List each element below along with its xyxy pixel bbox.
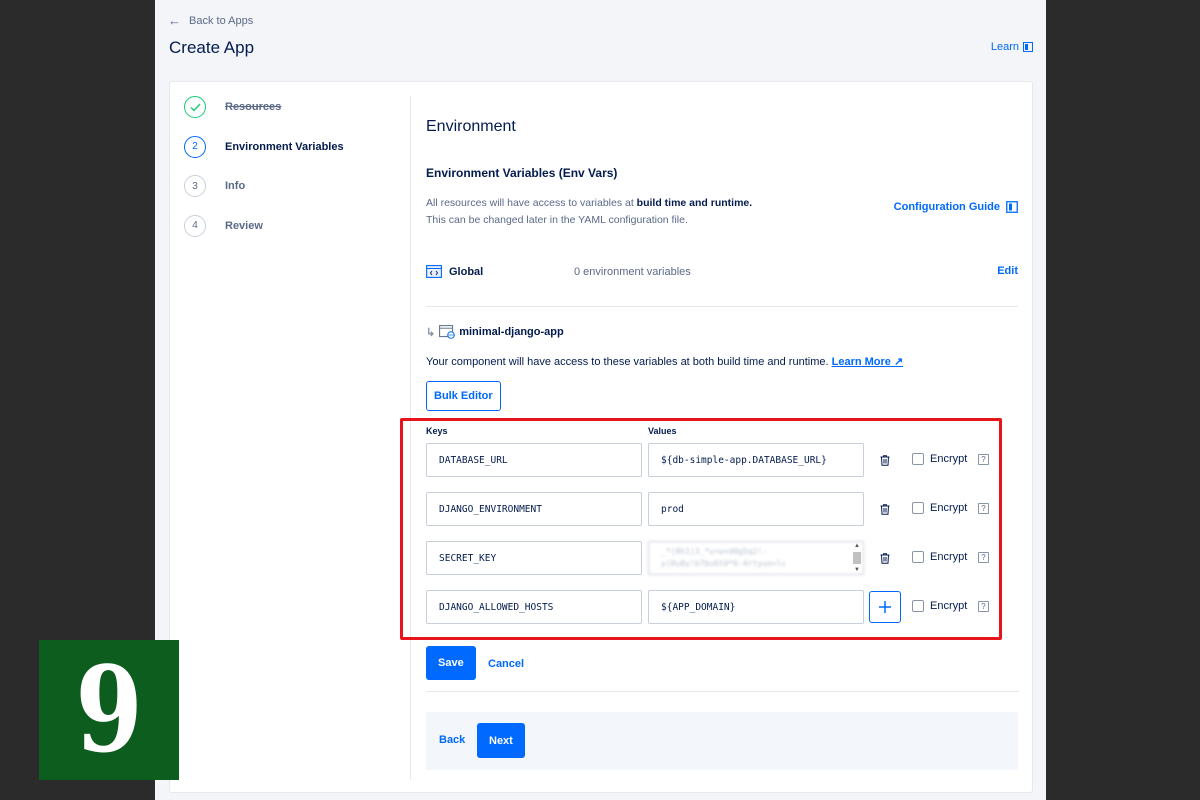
page-title: Create App: [169, 38, 255, 57]
env-value-input[interactable]: ${db-simple-app.DATABASE_URL}: [648, 443, 864, 477]
global-label: Global: [449, 266, 484, 278]
section-divider: [426, 691, 1019, 692]
env-value-input[interactable]: prod: [648, 492, 864, 526]
nested-arrow-icon: ↳: [426, 326, 436, 339]
encrypt-toggle[interactable]: Encrypt: [912, 453, 967, 465]
cancel-button[interactable]: Cancel: [488, 658, 524, 670]
env-vars-description: All resources will have access to variab…: [426, 195, 752, 229]
next-button[interactable]: Next: [477, 723, 525, 758]
back-to-apps-label: Back to Apps: [189, 14, 254, 27]
encrypt-checkbox[interactable]: [912, 551, 924, 563]
help-icon[interactable]: ?: [978, 503, 989, 514]
encrypt-label: Encrypt: [930, 600, 968, 612]
encrypt-label: Encrypt: [930, 551, 968, 563]
component-header: ↳ minimal-django-app: [426, 325, 564, 339]
global-edit-button[interactable]: Edit: [997, 265, 1018, 277]
step-number: 3: [184, 175, 206, 197]
secret-value-line: y(0u8y!b7bu6t0*6-4rtyuo=lc: [661, 559, 787, 568]
step-info[interactable]: 3 Info: [184, 175, 404, 197]
scrollbar-thumb[interactable]: [853, 552, 861, 564]
env-value-textarea[interactable]: _*(8h1)3_*u+w+d0g5q2!- y(0u8y!b7bu6t0*6-…: [648, 541, 864, 575]
desc-prefix: All resources will have access to variab…: [426, 197, 637, 209]
step-environment-variables[interactable]: 2 Environment Variables: [184, 135, 404, 158]
step-number: 4: [184, 214, 206, 237]
encrypt-label: Encrypt: [930, 502, 968, 514]
component-description: Your component will have access to these…: [426, 355, 903, 368]
env-value-input[interactable]: ${APP_DOMAIN}: [648, 590, 864, 624]
scroll-up-icon: ▲: [854, 543, 860, 549]
step-check-icon: [184, 96, 206, 118]
encrypt-toggle[interactable]: Encrypt: [912, 502, 967, 514]
env-var-row: SECRET_KEY _*(8h1)3_*u+w+d0g5q2!- y(0u8y…: [426, 541, 1016, 575]
trash-icon[interactable]: [878, 501, 892, 517]
encrypt-toggle[interactable]: Encrypt: [912, 600, 967, 612]
save-button[interactable]: Save: [426, 646, 476, 680]
desc-line2: This can be changed later in the YAML co…: [426, 214, 688, 226]
step-label: Review: [225, 219, 263, 232]
wizard-stepper: Resources 2 Environment Variables 3 Info…: [184, 96, 404, 254]
bulk-editor-button[interactable]: Bulk Editor: [426, 381, 501, 411]
step-label: Info: [225, 180, 246, 192]
section-divider: [426, 306, 1018, 307]
encrypt-toggle[interactable]: Encrypt: [912, 551, 967, 563]
add-variable-button[interactable]: [869, 591, 901, 623]
env-var-row: DJANGO_ALLOWED_HOSTS ${APP_DOMAIN} Encry…: [426, 590, 1016, 624]
book-icon: [1023, 42, 1033, 52]
desc-bold: build time and runtime.: [636, 197, 753, 209]
learn-link[interactable]: Learn: [991, 41, 1033, 53]
env-var-row: DJANGO_ENVIRONMENT prod Encrypt ?: [426, 492, 1016, 526]
encrypt-checkbox[interactable]: [912, 600, 924, 612]
step-label: Resources: [225, 101, 282, 113]
help-icon[interactable]: ?: [978, 552, 989, 563]
env-vars-title: Environment Variables (Env Vars): [426, 166, 618, 180]
plus-icon: [879, 601, 891, 613]
env-key-input[interactable]: SECRET_KEY: [426, 541, 642, 575]
component-name: minimal-django-app: [459, 326, 564, 338]
step-number: 2: [184, 135, 206, 158]
encrypt-label: Encrypt: [930, 453, 968, 465]
step-label: Environment Variables: [225, 140, 344, 153]
trash-icon[interactable]: [878, 452, 892, 468]
book-icon: [1006, 201, 1018, 213]
back-button[interactable]: Back: [439, 734, 465, 746]
step-number-badge: 9: [39, 640, 179, 780]
encrypt-checkbox[interactable]: [912, 453, 924, 465]
web-component-icon: [439, 325, 456, 339]
configuration-guide-link[interactable]: Configuration Guide: [894, 201, 1018, 213]
configuration-guide-label: Configuration Guide: [893, 201, 1000, 213]
env-key-input[interactable]: DATABASE_URL: [426, 443, 642, 477]
code-window-icon: [426, 265, 442, 278]
component-desc-text: Your component will have access to these…: [426, 356, 829, 368]
step-review[interactable]: 4 Review: [184, 214, 404, 237]
env-key-input[interactable]: DJANGO_ALLOWED_HOSTS: [426, 590, 642, 624]
trash-icon[interactable]: [878, 550, 892, 566]
textarea-scrollbar[interactable]: ▲ ▼: [852, 543, 862, 573]
global-env-count: 0 environment variables: [574, 266, 691, 278]
env-key-input[interactable]: DJANGO_ENVIRONMENT: [426, 492, 642, 526]
wizard-footer: Back Next: [426, 712, 1018, 770]
arrow-left-icon: ←: [168, 13, 181, 28]
section-title: Environment: [426, 118, 516, 135]
secret-value-line: _*(8h1)3_*u+w+d0g5q2!-: [661, 547, 767, 556]
help-icon[interactable]: ?: [978, 454, 989, 465]
learn-more-link[interactable]: Learn More ↗: [832, 356, 904, 368]
create-app-card: Resources 2 Environment Variables 3 Info…: [169, 81, 1033, 793]
values-column-header: Values: [648, 426, 677, 436]
back-to-apps-link[interactable]: ← Back to Apps: [168, 13, 253, 28]
encrypt-checkbox[interactable]: [912, 502, 924, 514]
learn-label: Learn: [990, 41, 1019, 53]
step-badge-number: 9: [75, 640, 143, 779]
env-var-row: DATABASE_URL ${db-simple-app.DATABASE_UR…: [426, 443, 1016, 477]
stepper-divider: [410, 96, 411, 780]
app-page: ← Back to Apps Create App Learn Resource…: [155, 0, 1046, 800]
help-icon[interactable]: ?: [978, 601, 989, 612]
step-resources[interactable]: Resources: [184, 96, 404, 118]
keys-column-header: Keys: [426, 426, 448, 436]
scroll-down-icon: ▼: [854, 567, 860, 573]
global-env-row: Global 0 environment variables Edit: [426, 262, 1018, 282]
